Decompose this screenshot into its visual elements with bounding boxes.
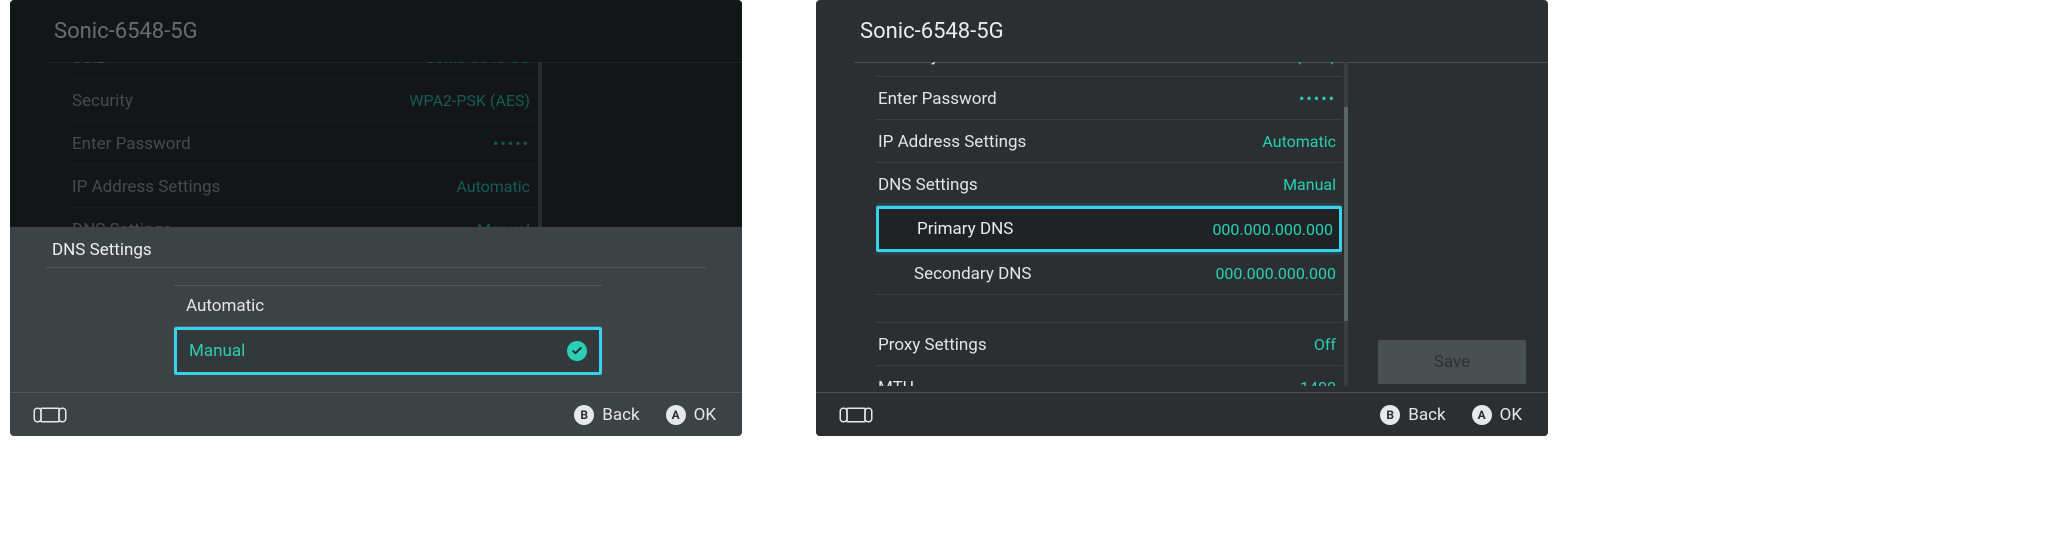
- row-label: Secondary DNS: [914, 264, 1031, 284]
- row-value: Manual: [1283, 175, 1336, 194]
- ok-button[interactable]: A OK: [666, 405, 716, 425]
- row-value: •••••: [493, 134, 530, 153]
- footer-actions: B Back A OK: [1380, 405, 1522, 425]
- row-label: Proxy Settings: [878, 335, 987, 355]
- save-button-label: Save: [1434, 352, 1470, 372]
- modal-title: DNS Settings: [52, 240, 152, 260]
- page-title-text: Sonic-6548-5G: [860, 19, 1004, 44]
- scrollbar[interactable]: [1344, 62, 1348, 386]
- ok-label: OK: [1500, 405, 1522, 425]
- page-title: Sonic-6548-5G: [10, 0, 742, 62]
- ok-button[interactable]: A OK: [1472, 405, 1522, 425]
- back-label: Back: [1408, 405, 1445, 425]
- row-password[interactable]: Enter Password •••••: [70, 122, 536, 165]
- footer-bar: B Back A OK: [10, 392, 742, 436]
- row-value: WPA2-PSK (AES): [1215, 62, 1336, 65]
- row-value: Off: [1314, 335, 1336, 354]
- row-value: Automatic: [1262, 132, 1336, 151]
- row-primary-dns[interactable]: Primary DNS 000.000.000.000: [876, 206, 1342, 252]
- row-label: SSID: [72, 62, 108, 68]
- row-security[interactable]: Security WPA2-PSK (AES): [70, 79, 536, 122]
- row-value: Automatic: [456, 177, 530, 196]
- side-panel: Save: [1378, 340, 1526, 384]
- option-manual[interactable]: Manual: [174, 327, 602, 375]
- row-ip-settings[interactable]: IP Address Settings Automatic: [876, 120, 1342, 163]
- modal-divider: [46, 267, 706, 268]
- screenshot-dns-fields: Sonic-6548-5G Security WPA2-PSK (AES) En…: [816, 0, 1548, 436]
- row-value: 000.000.000.000: [1212, 220, 1333, 239]
- b-button-icon: B: [574, 405, 594, 425]
- row-proxy-settings[interactable]: Proxy Settings Off: [876, 323, 1342, 366]
- row-secondary-dns[interactable]: Secondary DNS 000.000.000.000: [876, 252, 1342, 295]
- row-value: Sonic-6548-5G: [426, 62, 530, 67]
- settings-list: Security WPA2-PSK (AES) Enter Password •…: [876, 62, 1342, 386]
- row-value: WPA2-PSK (AES): [409, 91, 530, 110]
- controller-icon: [32, 405, 68, 425]
- a-button-icon: A: [1472, 405, 1492, 425]
- row-ip-settings[interactable]: IP Address Settings Automatic: [70, 165, 536, 208]
- row-password[interactable]: Enter Password •••••: [876, 77, 1342, 120]
- row-ssid[interactable]: SSID Sonic-6548-5G: [70, 62, 536, 79]
- check-icon: [567, 341, 587, 361]
- row-label: IP Address Settings: [72, 177, 220, 197]
- save-button[interactable]: Save: [1378, 340, 1526, 384]
- row-label: MTU: [878, 378, 914, 387]
- back-button[interactable]: B Back: [1380, 405, 1445, 425]
- row-label: Security: [878, 62, 939, 66]
- row-mtu[interactable]: MTU 1400: [876, 366, 1342, 386]
- controller-icon: [838, 405, 874, 425]
- row-label: Security: [72, 91, 133, 111]
- option-automatic[interactable]: Automatic: [174, 285, 602, 327]
- row-value: 1400: [1300, 378, 1336, 386]
- option-label: Automatic: [186, 296, 264, 316]
- a-button-icon: A: [666, 405, 686, 425]
- row-value: •••••: [1299, 89, 1336, 108]
- row-security[interactable]: Security WPA2-PSK (AES): [876, 62, 1342, 77]
- row-label: Enter Password: [72, 134, 191, 154]
- row-label: Enter Password: [878, 89, 997, 109]
- b-button-icon: B: [1380, 405, 1400, 425]
- footer-actions: B Back A OK: [574, 405, 716, 425]
- scrollbar-thumb[interactable]: [1344, 107, 1348, 321]
- row-gap: [876, 295, 1342, 323]
- footer-bar: B Back A OK: [816, 392, 1548, 436]
- row-dns-settings[interactable]: DNS Settings Manual: [876, 163, 1342, 206]
- row-label: Primary DNS: [917, 219, 1013, 239]
- back-button[interactable]: B Back: [574, 405, 639, 425]
- back-label: Back: [602, 405, 639, 425]
- row-label: IP Address Settings: [878, 132, 1026, 152]
- screenshot-dns-modal: Sonic-6548-5G SSID Sonic-6548-5G Securit…: [10, 0, 742, 436]
- page-title-text: Sonic-6548-5G: [54, 19, 198, 44]
- page-title: Sonic-6548-5G: [816, 0, 1548, 62]
- row-value: 000.000.000.000: [1215, 264, 1336, 283]
- row-label: DNS Settings: [878, 175, 978, 195]
- dns-settings-modal: DNS Settings Automatic Manual: [10, 227, 742, 392]
- modal-options: Automatic Manual: [174, 285, 602, 375]
- option-label: Manual: [189, 341, 245, 361]
- ok-label: OK: [694, 405, 716, 425]
